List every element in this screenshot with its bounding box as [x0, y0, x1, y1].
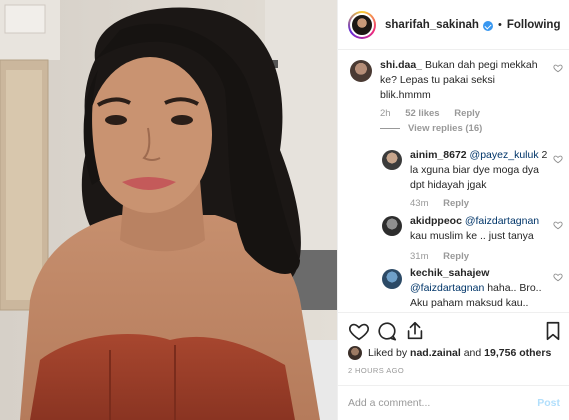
- commenter-avatar[interactable]: [382, 216, 402, 236]
- following-button[interactable]: Following: [507, 19, 561, 31]
- view-replies-label: View replies (16): [408, 123, 483, 134]
- avatar: [350, 12, 374, 37]
- comment-time: 43m: [410, 198, 429, 209]
- comment-heart-icon[interactable]: [553, 272, 563, 282]
- comment-input[interactable]: [348, 397, 508, 409]
- comment-body: kechik_sahajew @faizdartagnan haha.. Bro…: [410, 266, 552, 311]
- reply-button[interactable]: Reply: [454, 108, 480, 119]
- comments-list[interactable]: shi.daa_ Bukan dah pegi mekkah ke? Lepas…: [338, 50, 569, 312]
- verified-badge-icon: [482, 20, 493, 31]
- likes-prefix: Liked by: [368, 347, 408, 359]
- reply-button[interactable]: Reply: [443, 251, 469, 262]
- commenter-avatar[interactable]: [382, 150, 402, 170]
- comment-time: 2h: [380, 108, 391, 119]
- comment-meta: 2h 52 likes Reply: [380, 108, 492, 119]
- comment-text: kau muslim ke .. just tanya: [410, 230, 534, 242]
- view-replies-button[interactable]: View replies (16): [380, 123, 482, 134]
- post-sidebar: sharifah_sakinah • Following shi.daa_ Bu…: [337, 0, 569, 420]
- comment-username[interactable]: ainim_8672: [410, 149, 467, 161]
- liker-username[interactable]: nad.zainal: [410, 347, 461, 359]
- liker-avatar: [348, 346, 362, 360]
- commenter-avatar[interactable]: [350, 60, 372, 82]
- username-link[interactable]: sharifah_sakinah: [385, 19, 479, 31]
- likes-others[interactable]: 19,756 others: [484, 347, 551, 359]
- post-photo: [0, 0, 337, 420]
- comment-heart-icon[interactable]: [553, 63, 563, 73]
- comment-time: 31m: [410, 251, 429, 262]
- likes-summary[interactable]: Liked by nad.zainal and 19,756 others: [348, 345, 551, 361]
- add-comment-bar: Post: [338, 385, 569, 420]
- heart-icon[interactable]: [348, 320, 370, 342]
- comment-username[interactable]: shi.daa_: [380, 59, 422, 71]
- comment-body: shi.daa_ Bukan dah pegi mekkah ke? Lepas…: [380, 58, 540, 103]
- comment-body: ainim_8672 @payez_kuluk 2 la xguna biar …: [410, 148, 552, 193]
- divider-line: [380, 127, 400, 129]
- comment-username[interactable]: akidppeoc: [410, 215, 462, 227]
- commenter-avatar[interactable]: [382, 269, 402, 289]
- comment-likes[interactable]: 52 likes: [405, 108, 439, 119]
- comment-mention[interactable]: @payez_kuluk: [470, 149, 539, 161]
- post-comment-button[interactable]: Post: [537, 397, 560, 409]
- post-header: sharifah_sakinah • Following: [338, 0, 569, 50]
- story-ring[interactable]: [348, 10, 376, 39]
- comment-icon[interactable]: [376, 320, 398, 342]
- comment-heart-icon[interactable]: [553, 220, 563, 230]
- bookmark-icon[interactable]: [542, 320, 564, 342]
- header-separator: •: [497, 18, 502, 31]
- share-icon[interactable]: [404, 320, 426, 342]
- reply-button[interactable]: Reply: [443, 198, 469, 209]
- comment-meta: 31m Reply: [410, 251, 481, 262]
- comment-mention[interactable]: @faizdartagnan: [465, 215, 539, 227]
- comment-username[interactable]: kechik_sahajew: [410, 267, 489, 279]
- comment-body: akidppeoc @faizdartagnan kau muslim ke .…: [410, 214, 552, 244]
- post-timestamp[interactable]: 2 HOURS AGO: [348, 366, 404, 375]
- portrait-illustration: [0, 0, 337, 420]
- post-actions: [338, 312, 569, 348]
- comment-mention[interactable]: @faizdartagnan: [410, 282, 484, 294]
- likes-conjunction: and: [463, 347, 482, 359]
- comment-meta: 43m Reply: [410, 198, 481, 209]
- comment-heart-icon[interactable]: [553, 154, 563, 164]
